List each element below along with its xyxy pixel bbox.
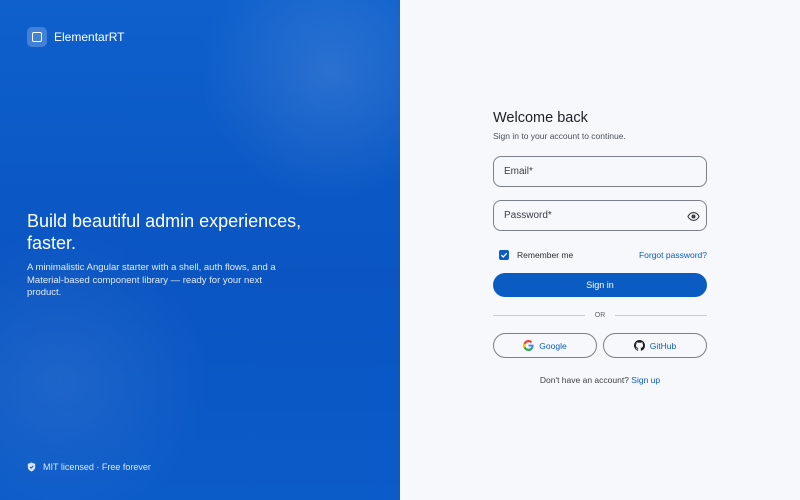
brand-name: ElementarRT xyxy=(54,30,125,44)
hero-title: Build beautiful admin experiences, faste… xyxy=(27,211,302,253)
eye-icon[interactable] xyxy=(687,210,700,223)
hero-panel: ElementarRT Build beautiful admin experi… xyxy=(0,0,400,500)
google-label: Google xyxy=(539,340,567,351)
options-row: Remember me Forgot password? xyxy=(493,248,707,262)
shield-icon xyxy=(27,462,36,472)
password-label: Password* xyxy=(504,210,552,221)
password-field[interactable]: Password* xyxy=(493,200,707,231)
divider-line xyxy=(493,314,585,316)
forgot-password-link[interactable]: Forgot password? xyxy=(639,250,707,260)
checkbox-checked-icon[interactable] xyxy=(499,250,509,260)
signup-row: Don't have an account? Sign up xyxy=(493,375,707,385)
oauth-buttons: Google GitHub xyxy=(493,333,707,358)
sign-up-link[interactable]: Sign up xyxy=(631,375,660,385)
brand[interactable]: ElementarRT xyxy=(27,27,124,47)
or-label: OR xyxy=(594,311,606,319)
login-form: Welcome back Sign in to your account to … xyxy=(493,110,707,385)
email-field[interactable]: Email* xyxy=(493,156,707,187)
github-sign-in-button[interactable]: GitHub xyxy=(603,333,707,358)
hero-description: A minimalistic Angular starter with a sh… xyxy=(27,262,276,298)
or-divider: OR xyxy=(493,310,707,320)
license-note: MIT licensed · Free forever xyxy=(27,462,151,472)
google-icon xyxy=(523,340,534,351)
email-label: Email* xyxy=(504,166,533,177)
divider-line xyxy=(615,314,707,316)
login-title: Welcome back xyxy=(493,110,588,126)
sign-in-button[interactable]: Sign in xyxy=(493,273,707,297)
github-icon xyxy=(633,340,645,351)
app-logo-icon xyxy=(27,27,47,47)
remember-me-checkbox[interactable]: Remember me xyxy=(493,250,573,260)
google-sign-in-button[interactable]: Google xyxy=(493,333,597,358)
github-label: GitHub xyxy=(649,340,677,351)
signup-prompt: Don't have an account? xyxy=(539,375,629,385)
login-panel: Welcome back Sign in to your account to … xyxy=(400,0,800,500)
license-text: MIT licensed · Free forever xyxy=(43,462,151,472)
login-subtitle: Sign in to your account to continue. xyxy=(493,131,626,141)
remember-me-label: Remember me xyxy=(517,250,574,260)
